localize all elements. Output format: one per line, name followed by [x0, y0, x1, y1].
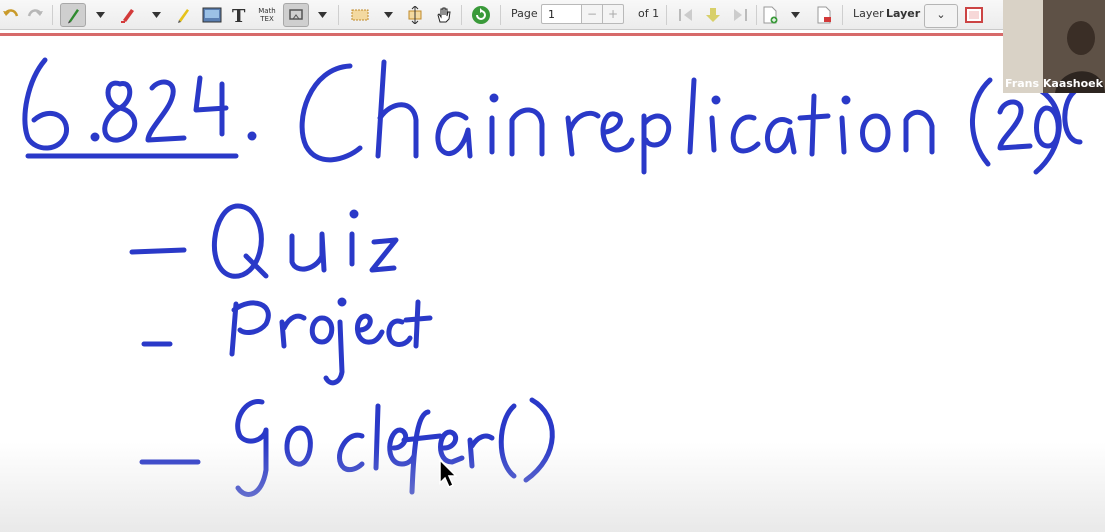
svg-text:T: T: [232, 6, 246, 24]
math-tex-icon[interactable]: Math TEX: [254, 3, 280, 27]
pen-tool-button[interactable]: [60, 3, 86, 27]
layer-label: Layer: [853, 7, 884, 20]
handwritten-bullet-project: [141, 297, 433, 386]
image-insert-icon[interactable]: [200, 3, 224, 27]
shape-dropdown-chevron-icon[interactable]: [314, 3, 330, 27]
eraser-pen-icon[interactable]: [116, 3, 140, 27]
shape-icon: [289, 9, 303, 20]
page-number-input[interactable]: 1: [541, 4, 583, 24]
toolbar-separator: [756, 5, 757, 25]
toolbar-separator: [52, 5, 53, 25]
next-layer-down-icon[interactable]: [702, 3, 724, 27]
select-dropdown-chevron-icon[interactable]: [380, 3, 396, 27]
page-decrement-button[interactable]: −: [581, 4, 603, 24]
toolbar-separator: [842, 5, 843, 25]
page-label: Page: [511, 7, 538, 20]
text-tool-icon[interactable]: T: [228, 3, 250, 27]
toolbar-separator: [500, 5, 501, 25]
select-rectangle-icon[interactable]: [348, 3, 372, 27]
vertical-space-icon[interactable]: [403, 3, 427, 27]
pen-dropdown-chevron-icon[interactable]: [92, 3, 108, 27]
toolbar-separator: [666, 5, 667, 25]
participant-name-label: Frans Kaashoek: [1005, 77, 1103, 90]
redo-icon[interactable]: [24, 3, 46, 27]
shape-recognizer-button[interactable]: [283, 3, 309, 27]
first-page-icon[interactable]: [675, 3, 697, 27]
delete-page-icon[interactable]: [813, 3, 835, 27]
undo-icon[interactable]: [0, 3, 22, 27]
last-page-icon[interactable]: [729, 3, 751, 27]
bottom-vignette: [0, 442, 1105, 532]
toolbar-separator: [338, 5, 339, 25]
toolbar: T Math TEX Page 1 − + of 1 Layer Layer 1…: [0, 0, 1105, 30]
highlighter-icon[interactable]: [172, 3, 194, 27]
toolbar-separator: [461, 5, 462, 25]
new-page-dropdown-chevron-icon[interactable]: [787, 3, 803, 27]
handwritten-bullet-quiz: [129, 203, 399, 279]
drawing-canvas[interactable]: [0, 36, 1105, 532]
mouse-pointer-icon: [439, 458, 458, 493]
page-increment-button[interactable]: +: [602, 4, 624, 24]
hand-tool-icon[interactable]: [432, 3, 454, 27]
new-page-icon[interactable]: [759, 3, 781, 27]
handwritten-course-number: [22, 57, 257, 159]
page-total-label: of 1: [638, 7, 660, 20]
fullscreen-icon[interactable]: [962, 3, 986, 27]
eraser-dropdown-chevron-icon[interactable]: [148, 3, 164, 27]
participant-video: Frans Kaashoek: [1003, 0, 1105, 93]
handwritten-lecture-title: [299, 59, 1083, 175]
layer-dropdown-button[interactable]: ⌄: [924, 4, 958, 28]
refresh-icon[interactable]: [469, 3, 493, 27]
pencil-icon: [68, 9, 79, 24]
